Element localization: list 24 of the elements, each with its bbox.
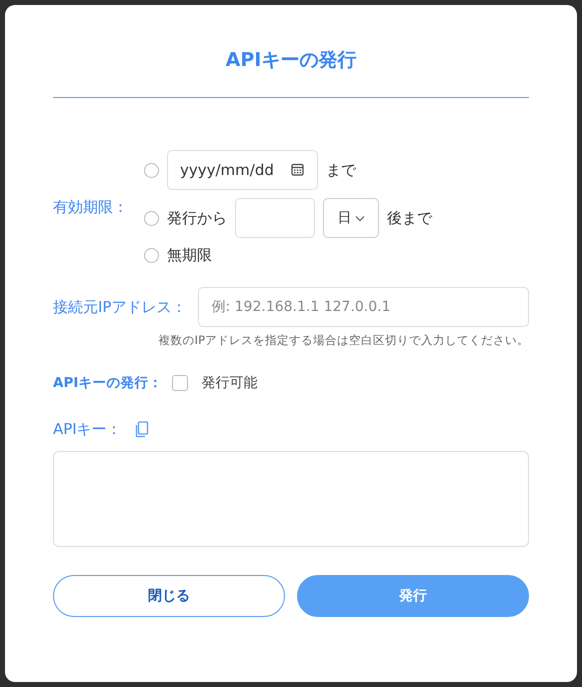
option-label: 無期限: [167, 246, 212, 265]
unit-dropdown[interactable]: 日: [323, 198, 379, 238]
checkbox[interactable]: [172, 375, 188, 391]
caret-icon: [354, 214, 364, 222]
checkbox-label: 発行可能: [201, 374, 258, 392]
field-label: 有効期限：: [53, 198, 128, 217]
api-key-text-area[interactable]: [53, 451, 529, 547]
radio-button[interactable]: [144, 210, 159, 226]
close-button[interactable]: 閉じる: [53, 575, 285, 617]
number-field[interactable]: [235, 198, 315, 238]
copy-icon[interactable]: [134, 421, 149, 438]
hint-text: 複数のIPアドレスを指定する場合は空白区切りで入力してください。: [158, 333, 529, 348]
field-label: APIキー：: [53, 420, 122, 439]
option-label: 発行から: [167, 208, 227, 228]
field-label: 接続元IPアドレス：: [53, 298, 186, 316]
dialog-title: APIキーの発行: [224, 48, 358, 73]
ip-address-field[interactable]: 例: 192.168.1.1 127.0.0.1: [198, 287, 529, 327]
field-label: APIキーの発行：: [53, 374, 162, 392]
calendar-icon[interactable]: [291, 163, 304, 176]
radio-button[interactable]: [144, 162, 159, 178]
suffix-text: 後まで: [387, 208, 432, 228]
date-field[interactable]: yyyy/mm/dd: [167, 150, 318, 190]
radio-button[interactable]: [144, 248, 159, 263]
suffix-text: まで: [326, 160, 356, 180]
